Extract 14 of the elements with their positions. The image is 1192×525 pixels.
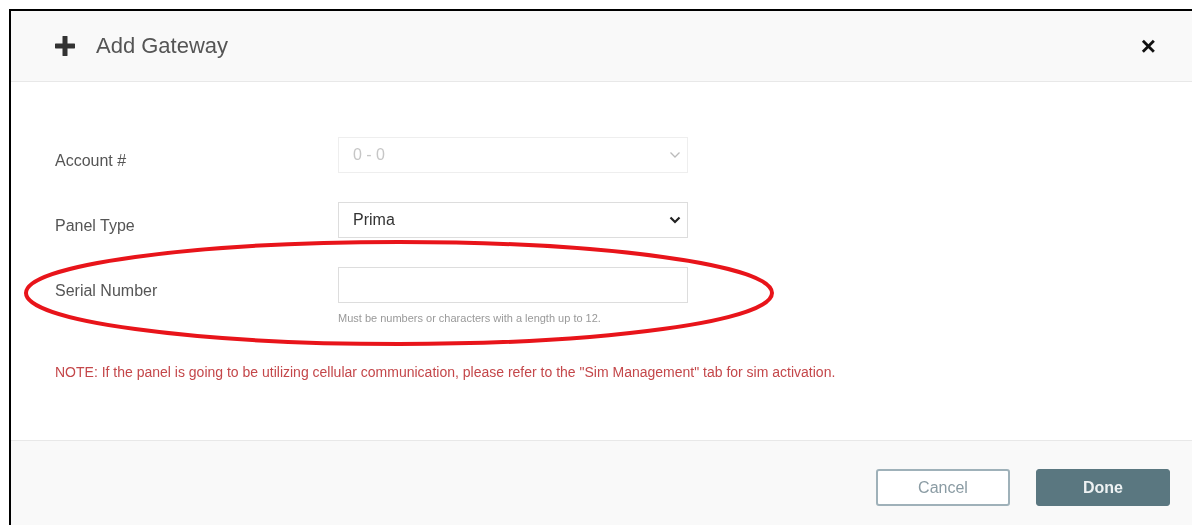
cancel-button[interactable]: Cancel	[876, 469, 1010, 506]
plus-icon	[55, 36, 75, 56]
dialog-title: Add Gateway	[96, 33, 230, 59]
chevron-icon	[669, 216, 681, 224]
help-text: Must be numbers or characters with a length up to 12.	[338, 312, 602, 324]
dropdown[interactable]: Prima	[338, 202, 688, 238]
done-button[interactable]: Done	[1036, 469, 1170, 506]
note-text: NOTE: If the panel is going to be utilizing cellular communication, please refer to the "Sim Management" tab for sim activation.	[55, 364, 837, 380]
close-button[interactable]: ×	[1136, 33, 1160, 59]
field-label: Account #	[55, 151, 128, 170]
input-field[interactable]	[338, 267, 688, 303]
field-label: Serial Number	[55, 281, 159, 300]
field-label: Panel Type	[55, 216, 136, 235]
chevron-icon	[669, 151, 681, 159]
